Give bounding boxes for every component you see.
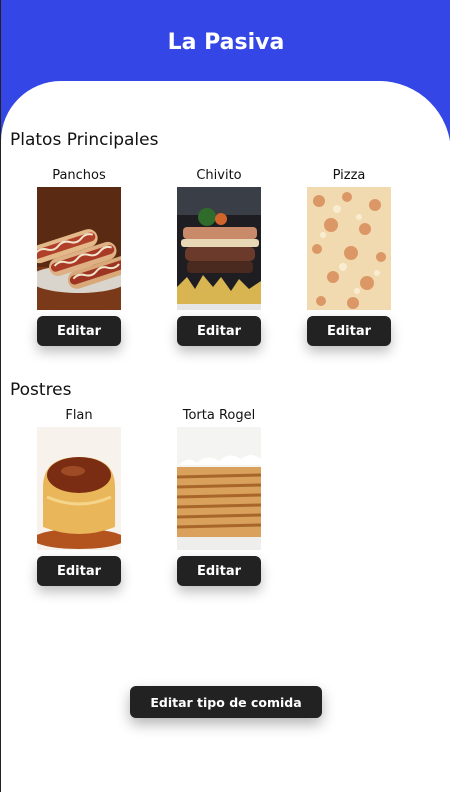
flan-photo: [37, 427, 121, 550]
chivito-photo: [177, 187, 261, 310]
edit-button[interactable]: Editar: [177, 316, 261, 346]
food-name: Panchos: [52, 168, 106, 183]
food-name: Chivito: [196, 168, 242, 183]
hotdog-photo: [37, 187, 121, 310]
section-title-desserts: Postres: [10, 380, 72, 400]
edit-food-type-button[interactable]: Editar tipo de comida: [130, 686, 322, 718]
edit-button[interactable]: Editar: [307, 316, 391, 346]
pizza-photo: [307, 187, 391, 310]
edit-button[interactable]: Editar: [177, 556, 261, 586]
food-name: Torta Rogel: [182, 408, 256, 423]
app-title: La Pasiva: [167, 30, 285, 55]
food-name: Flan: [65, 408, 93, 423]
cake-photo: [177, 427, 261, 550]
section-title-main: Platos Principales: [10, 130, 159, 150]
food-name: Pizza: [332, 168, 366, 183]
edit-button[interactable]: Editar: [37, 316, 121, 346]
edit-button[interactable]: Editar: [37, 556, 121, 586]
